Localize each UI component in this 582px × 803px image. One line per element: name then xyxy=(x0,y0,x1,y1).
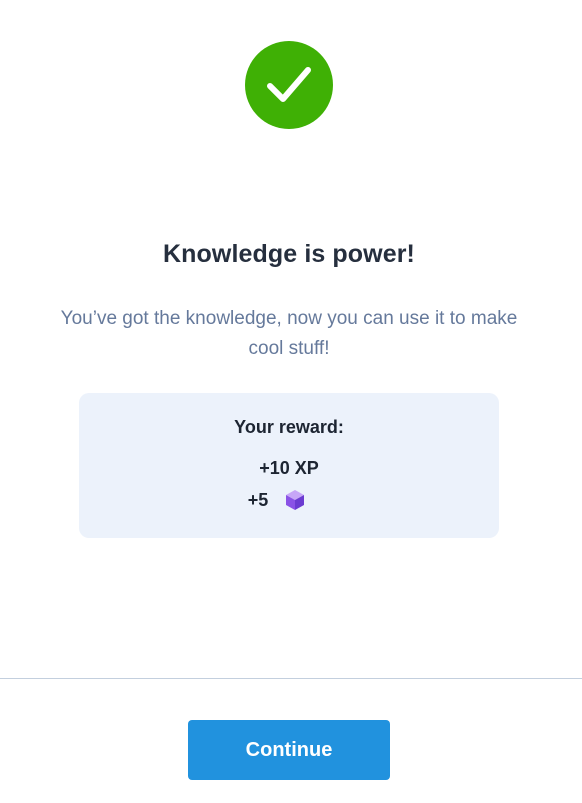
continue-button[interactable]: Continue xyxy=(188,720,390,780)
reward-gem-count: +5 xyxy=(247,489,269,510)
checkmark-icon xyxy=(267,67,311,102)
page-subtitle: You’ve got the knowledge, now you can us… xyxy=(60,308,518,359)
success-checkmark-icon xyxy=(245,41,333,129)
purple-gem-cube-icon xyxy=(284,489,306,511)
page-title: Knowledge is power! xyxy=(163,240,415,268)
reward-gems: +5 xyxy=(79,489,499,511)
reward-title: Your reward: xyxy=(234,417,344,437)
reward-card: Your reward: +10 XP +5 xyxy=(79,393,499,538)
reward-xp: +10 XP xyxy=(259,458,319,478)
completion-page: Knowledge is power! You’ve got the knowl… xyxy=(0,0,582,803)
footer-divider xyxy=(0,678,582,679)
